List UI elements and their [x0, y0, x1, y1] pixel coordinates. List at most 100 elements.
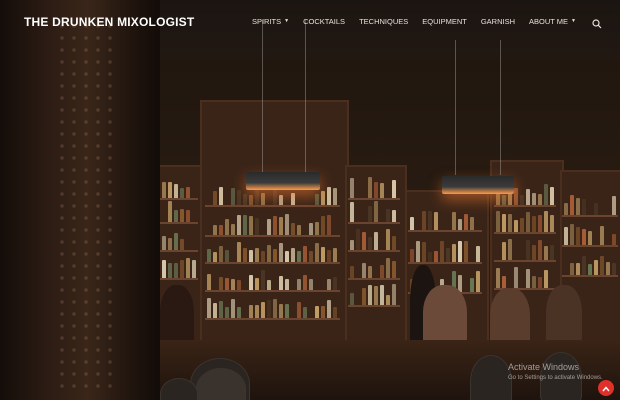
bottle [321, 216, 325, 235]
nav-item-equipment[interactable]: EQUIPMENT [422, 17, 467, 26]
foreground-pillar [0, 0, 160, 400]
bottle [434, 212, 438, 230]
bottle [309, 279, 313, 290]
search-icon[interactable] [592, 16, 602, 29]
bottle [249, 195, 253, 205]
bottle [267, 219, 271, 235]
bottle [207, 274, 211, 290]
bottle [237, 242, 241, 262]
bottle [291, 193, 295, 205]
bottle [267, 245, 271, 262]
bottle [588, 231, 592, 245]
bottle [243, 194, 247, 205]
bottle [231, 188, 235, 205]
main-nav: SPIRITS ▼ COCKTAILS TECHNIQUES EQUIPMENT… [238, 16, 602, 29]
nav-item-spirits[interactable]: SPIRITS ▼ [252, 17, 289, 26]
bottle [532, 276, 536, 288]
bottle [162, 236, 166, 250]
nav-item-cocktails[interactable]: COCKTAILS [303, 17, 345, 26]
bottle [333, 277, 337, 290]
bottle [168, 263, 172, 278]
bottle [168, 238, 172, 250]
bottle [249, 305, 253, 318]
lamp-cord [500, 40, 501, 175]
bottle [279, 304, 283, 318]
bottle [368, 177, 372, 198]
bottle [168, 201, 172, 222]
shelf-line [205, 262, 340, 264]
bottle [303, 246, 307, 262]
bartender [160, 285, 194, 345]
bottle [309, 251, 313, 262]
bottle [303, 275, 307, 290]
bottle [249, 250, 253, 262]
bottle [470, 217, 474, 230]
bottle [422, 211, 426, 230]
site-title[interactable]: THE DRUNKEN MIXOLOGIST [24, 15, 194, 29]
bottle [368, 237, 372, 250]
bottle [612, 196, 616, 215]
bottle [612, 263, 616, 275]
nav-item-label: COCKTAILS [303, 16, 346, 26]
bottle [255, 188, 259, 205]
bottle [285, 251, 289, 262]
shelf-line [408, 262, 482, 264]
bottle [476, 271, 480, 292]
bottle [544, 184, 548, 205]
bottle [452, 212, 456, 230]
bottle [532, 193, 536, 205]
bottle [538, 240, 542, 260]
bottle [285, 304, 289, 318]
bottle [168, 182, 172, 198]
bottle [333, 188, 337, 205]
bottle [213, 191, 217, 205]
bottle [321, 306, 325, 318]
bottle [333, 307, 337, 318]
bottle [261, 193, 265, 205]
bottle [327, 187, 331, 205]
bottle [243, 248, 247, 262]
bottle [576, 198, 580, 215]
bottle [550, 187, 554, 205]
bottle [550, 215, 554, 232]
shelf-line [562, 275, 618, 277]
shelf-line [562, 215, 618, 217]
bottle [162, 182, 166, 198]
bottle [452, 244, 456, 262]
lamp-cord [455, 40, 456, 175]
bottle [392, 180, 396, 198]
nav-item-label: EQUIPMENT [422, 16, 467, 26]
nav-item-garnish[interactable]: GARNISH [481, 17, 515, 26]
bottle [416, 241, 420, 262]
bottle [440, 241, 444, 262]
bottle [174, 184, 178, 198]
chevron-down-icon: ▼ [571, 18, 576, 24]
scroll-to-top-button[interactable] [598, 380, 614, 396]
shelf-line [160, 250, 198, 252]
bottle [582, 199, 586, 215]
bottle [532, 245, 536, 260]
nav-item-about-me[interactable]: ABOUT ME ▼ [529, 17, 576, 26]
site-header: THE DRUNKEN MIXOLOGIST SPIRITS ▼ COCKTAI… [0, 0, 620, 46]
shelf-line [348, 250, 400, 252]
bottle [544, 246, 548, 260]
bottle [231, 224, 235, 235]
bottle [526, 212, 530, 232]
bottle [594, 203, 598, 215]
bottle [350, 293, 354, 305]
bottle [315, 306, 319, 318]
bottle [526, 189, 530, 205]
bottle [446, 248, 450, 262]
bottle [570, 195, 574, 215]
bottle [297, 225, 301, 235]
bottle [255, 248, 259, 262]
bottle [174, 233, 178, 250]
bottle [350, 266, 354, 278]
bottle [520, 195, 524, 205]
bottle [309, 223, 313, 235]
bottle [315, 194, 319, 205]
chevron-down-icon: ▼ [284, 18, 290, 24]
bottle [219, 187, 223, 205]
nav-item-techniques[interactable]: TECHNIQUES [359, 17, 408, 26]
bottle [213, 252, 217, 262]
